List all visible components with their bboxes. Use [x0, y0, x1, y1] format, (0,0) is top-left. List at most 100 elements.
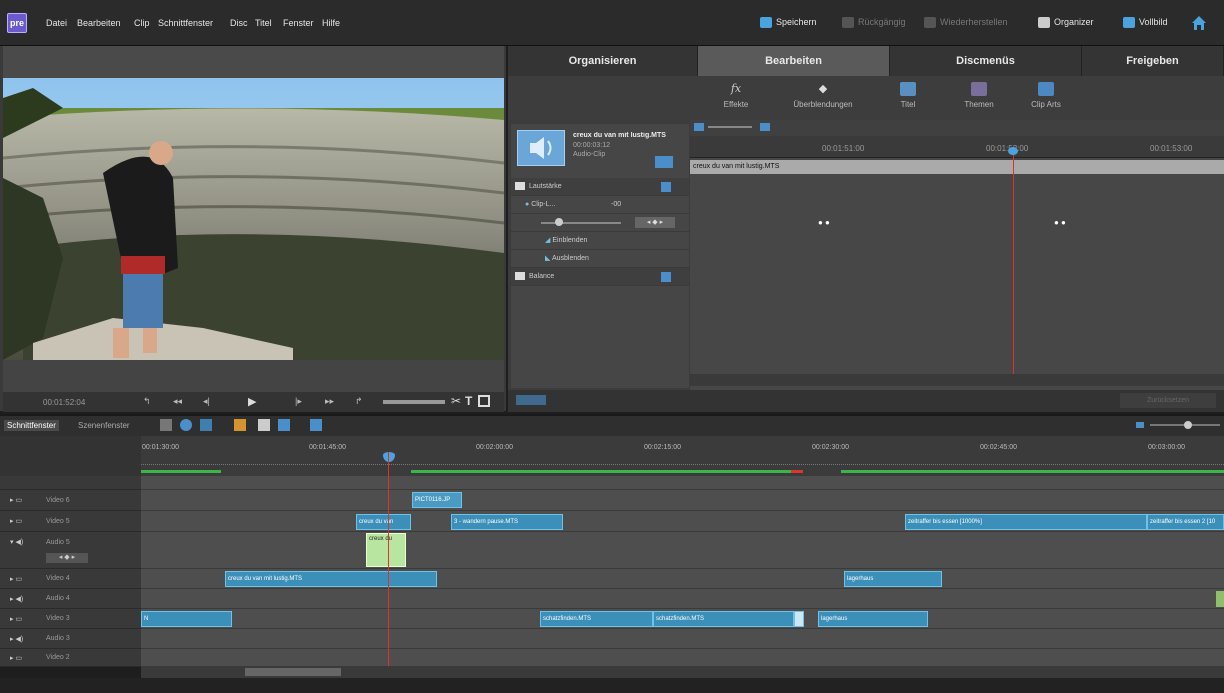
menu-disc[interactable]: Disc	[230, 18, 248, 28]
split-clip-icon[interactable]: ✂	[451, 394, 461, 408]
track-video6[interactable]: ▸ ▭ Video 6	[0, 490, 141, 511]
tab-freigeben[interactable]: Freigeben	[1082, 46, 1224, 76]
track-audio4[interactable]: ▸ ◀) Audio 4	[0, 589, 141, 609]
fullscreen-button[interactable]: Vollbild	[1123, 17, 1168, 29]
timeline-clip[interactable]: N	[141, 611, 232, 627]
menu-bearbeiten[interactable]: Bearbeiten	[77, 18, 121, 28]
balance-row[interactable]: Balance	[511, 268, 689, 286]
tab-discmenues[interactable]: Discmenüs	[890, 46, 1082, 76]
balance-keyframe-icon[interactable]	[661, 272, 671, 282]
timeline-clip[interactable]: zeitraffer bis essen [1000%]	[905, 514, 1147, 530]
track-keyframe-nav[interactable]: ◂ ◆ ▸	[46, 553, 88, 563]
save-button[interactable]: Speichern	[760, 17, 817, 29]
clip-art-tool[interactable]: Clip Arts	[1006, 78, 1086, 109]
freeze-frame-icon[interactable]	[478, 395, 490, 407]
fade-out-row[interactable]: ◣ Ausblenden	[511, 250, 689, 268]
track-audio5[interactable]: ▾ ◀) Audio 5 ◂ ◆ ▸	[0, 532, 141, 569]
volume-keyframe-icon[interactable]	[661, 182, 671, 192]
tab-schnittfenster[interactable]: Schnittfenster	[4, 420, 59, 431]
timeline-clip[interactable]: lagerhaus	[818, 611, 928, 627]
track-video2[interactable]: ▸ ▭ Video 2	[0, 649, 141, 667]
timeline-zoom-handle[interactable]	[1184, 421, 1192, 429]
track-video2-body[interactable]	[141, 649, 1224, 667]
track-video6-body[interactable]	[141, 490, 1224, 511]
audio-levels-icon[interactable]	[278, 419, 290, 431]
selection-tool-icon[interactable]	[160, 419, 172, 431]
menu-titel[interactable]: Titel	[255, 18, 272, 28]
track-audio4-body[interactable]	[141, 589, 1224, 609]
menu-datei[interactable]: Datei	[46, 18, 67, 28]
smart-fix-icon[interactable]	[234, 419, 246, 431]
expand-icon[interactable]	[515, 182, 525, 191]
goto-end-icon[interactable]: ↱	[355, 396, 363, 407]
tab-szenenfenster[interactable]: Szenenfenster	[78, 421, 130, 430]
transitions-tool[interactable]: ◆ Überblendungen	[768, 78, 878, 109]
redo-button[interactable]: Wiederherstellen	[924, 17, 1008, 29]
track-audio5-body[interactable]	[141, 532, 1224, 569]
home-icon[interactable]	[1190, 14, 1208, 32]
keyframe-zoom-slider[interactable]	[708, 126, 752, 128]
smart-mix-icon[interactable]	[200, 419, 212, 431]
clip-options-button[interactable]	[655, 156, 673, 168]
keyframe-playhead[interactable]	[1013, 147, 1014, 375]
timeline-audio-clip[interactable]: creux du	[366, 533, 406, 567]
track-audio3-body[interactable]	[141, 629, 1224, 649]
menu-schnittfenster[interactable]: Schnittfenster	[158, 18, 213, 28]
timeline-ruler[interactable]: 00:01:30:00 00:01:45:00 00:02:00:00 00:0…	[0, 436, 1224, 476]
timeline-audio-clip[interactable]	[1216, 591, 1224, 607]
shuttle-slider[interactable]	[383, 400, 445, 404]
timeline-playhead[interactable]	[388, 452, 389, 667]
expand-icon[interactable]	[515, 272, 525, 281]
timeline-clip[interactable]: schatzfinden.MTS	[540, 611, 653, 627]
video-frame[interactable]	[3, 78, 504, 360]
clip-level-handle[interactable]	[555, 218, 563, 226]
keyframe-scrollbar[interactable]	[690, 374, 1224, 386]
marker-menu-icon[interactable]	[258, 419, 270, 431]
menu-clip[interactable]: Clip	[134, 18, 150, 28]
undo-button[interactable]: Rückgängig	[842, 17, 906, 29]
play-icon[interactable]: ▶	[248, 395, 256, 408]
volume-row[interactable]: Lautstärke	[511, 178, 689, 196]
keyframe-marker[interactable]: ● ●	[1054, 218, 1066, 227]
track-video5[interactable]: ▸ ▭ Video 5	[0, 511, 141, 532]
timeline-clip[interactable]: creux du van	[356, 514, 411, 530]
marker-icon[interactable]	[310, 419, 322, 431]
fast-forward-icon[interactable]: ▸▸	[325, 396, 334, 407]
keyframe-clip-bar[interactable]: creux du van mit lustig.MTS	[690, 160, 1224, 174]
tab-organisieren[interactable]: Organisieren	[508, 46, 698, 76]
effects-tool[interactable]: fx Effekte	[696, 78, 776, 109]
fade-in-row[interactable]: ◢ Einblenden	[511, 232, 689, 250]
panel-footer-icons[interactable]	[516, 395, 546, 405]
timeline-clip[interactable]: 3 - wandern pause.MTS	[451, 514, 563, 530]
timeline-clip[interactable]: PICT0116.JP	[412, 492, 462, 508]
reset-button[interactable]: Zurücksetzen	[1120, 393, 1216, 408]
scrollbar-thumb[interactable]	[245, 668, 341, 676]
zoom-in-icon[interactable]	[760, 123, 770, 131]
goto-start-icon[interactable]: ↰	[143, 396, 151, 407]
title-tool-icon[interactable]: T	[465, 394, 472, 408]
timeline-clip[interactable]: schatzfinden.MTS	[653, 611, 794, 627]
timeline-zoom-out-icon[interactable]	[1136, 422, 1144, 428]
clip-level-slider[interactable]	[541, 222, 621, 224]
organizer-button[interactable]: Organizer	[1038, 17, 1094, 29]
menu-fenster[interactable]: Fenster	[283, 18, 314, 28]
timeline-clip[interactable]: lagerhaus	[844, 571, 942, 587]
transition-marker[interactable]	[794, 611, 804, 627]
step-forward-icon[interactable]: |▸	[295, 396, 302, 407]
keyframe-playhead-handle[interactable]	[1008, 147, 1018, 155]
keyframe-marker[interactable]: ● ●	[818, 218, 830, 227]
smart-trim-icon[interactable]	[180, 419, 192, 431]
track-audio3[interactable]: ▸ ◀) Audio 3	[0, 629, 141, 649]
timeline-clip[interactable]: zeitraffer bis essen 2 [10	[1147, 514, 1224, 530]
keyframe-nav[interactable]: ◂ ◆ ▸	[635, 217, 675, 228]
tab-bearbeiten[interactable]: Bearbeiten	[698, 46, 890, 76]
track-video4[interactable]: ▸ ▭ Video 4	[0, 569, 141, 589]
timeline-clip[interactable]: creux du van mit lustig.MTS	[225, 571, 437, 587]
titles-tool[interactable]: Titel	[868, 78, 948, 109]
zoom-out-icon[interactable]	[694, 123, 704, 131]
menu-hilfe[interactable]: Hilfe	[322, 18, 340, 28]
timeline-scrollbar[interactable]	[141, 666, 1224, 678]
rewind-icon[interactable]: ◂◂	[173, 396, 182, 407]
track-video3[interactable]: ▸ ▭ Video 3	[0, 609, 141, 629]
step-back-icon[interactable]: ◂|	[203, 396, 210, 407]
